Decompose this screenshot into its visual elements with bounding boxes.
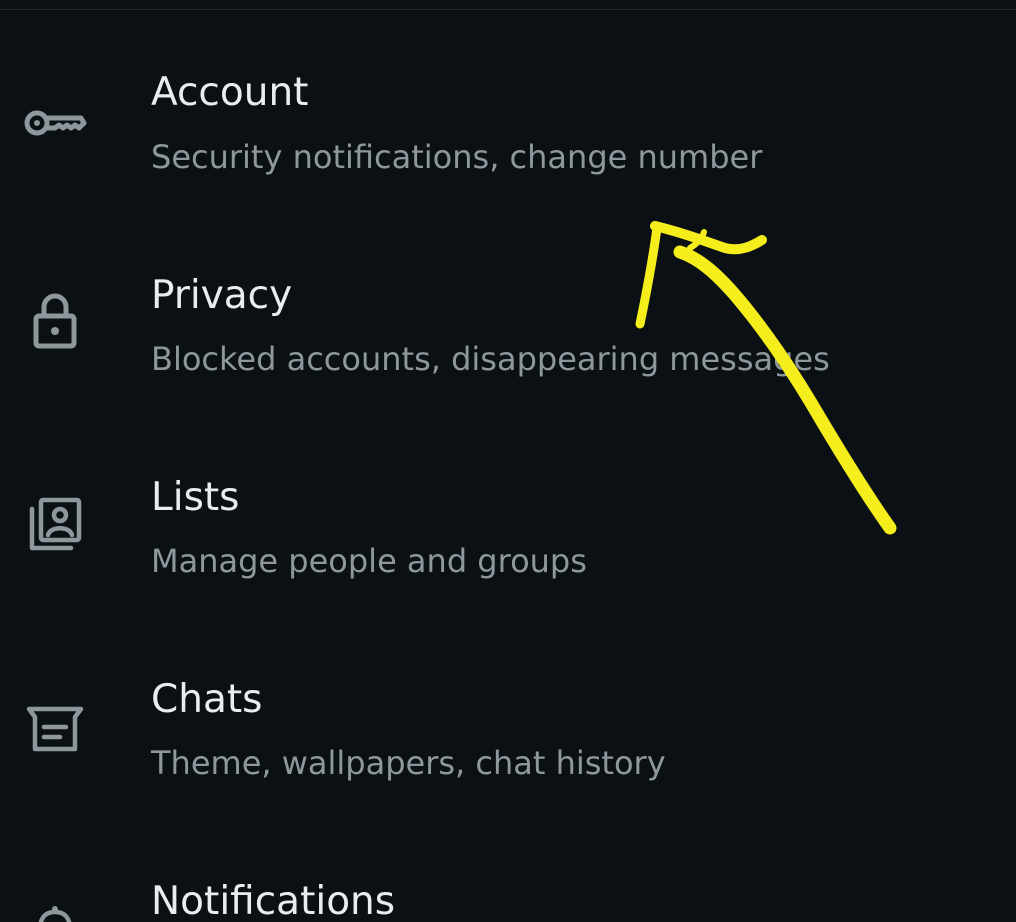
settings-item-subtitle: Theme, wallpapers, chat history — [151, 744, 666, 782]
settings-item-lists[interactable]: Lists Manage people and groups — [0, 430, 1016, 632]
settings-item-privacy[interactable]: Privacy Blocked accounts, disappearing m… — [0, 228, 1016, 430]
settings-item-title: Account — [151, 70, 309, 115]
settings-list: Account Security notifications, change n… — [0, 0, 1016, 922]
settings-item-subtitle: Security notifications, change number — [151, 138, 763, 176]
settings-item-notifications[interactable]: Notifications — [0, 834, 1016, 922]
key-icon — [22, 90, 88, 156]
settings-item-title: Notifications — [151, 879, 396, 922]
contact-list-icon — [22, 492, 88, 558]
chat-icon — [22, 696, 88, 762]
settings-item-account[interactable]: Account Security notifications, change n… — [0, 26, 1016, 228]
settings-item-title: Chats — [151, 677, 263, 722]
lock-icon — [22, 288, 88, 354]
settings-item-subtitle: Manage people and groups — [151, 542, 587, 580]
settings-item-title: Lists — [151, 475, 240, 520]
bell-icon — [22, 898, 88, 922]
settings-item-chats[interactable]: Chats Theme, wallpapers, chat history — [0, 632, 1016, 834]
settings-item-title: Privacy — [151, 273, 293, 318]
settings-item-subtitle: Blocked accounts, disappearing messages — [151, 340, 830, 378]
